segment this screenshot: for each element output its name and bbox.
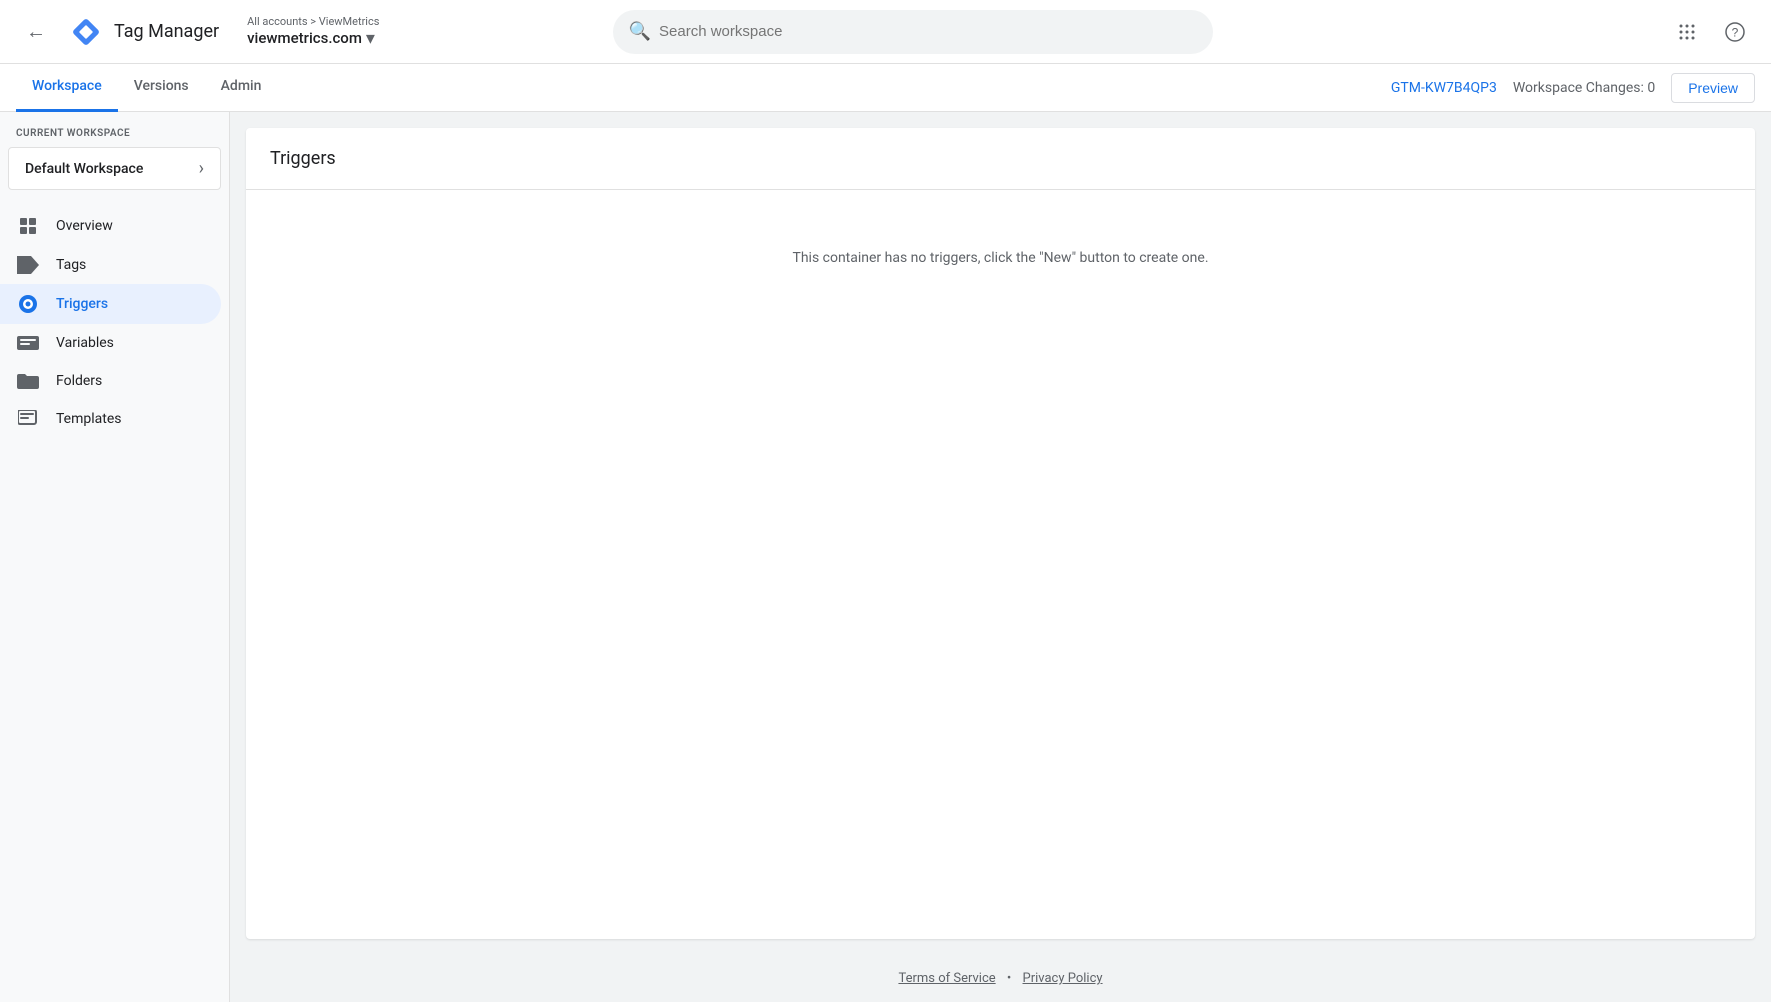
folders-icon: [16, 372, 40, 390]
apps-button[interactable]: [1667, 12, 1707, 52]
current-workspace-label: CURRENT WORKSPACE: [0, 128, 229, 139]
sidebar-item-triggers[interactable]: Triggers: [0, 284, 221, 324]
sub-nav: Workspace Versions Admin GTM-KW7B4QP3 Wo…: [0, 64, 1771, 112]
workspace-chevron-icon: ›: [199, 158, 204, 179]
header-right: ?: [1667, 12, 1755, 52]
tags-icon: [16, 256, 40, 274]
sidebar-item-tags[interactable]: Tags: [0, 246, 221, 284]
app-title: Tag Manager: [114, 21, 219, 42]
help-icon: ?: [1725, 22, 1745, 42]
sidebar-tags-label: Tags: [56, 257, 86, 273]
sidebar-variables-label: Variables: [56, 335, 114, 351]
back-button[interactable]: ←: [16, 12, 56, 52]
logo-area: Tag Manager: [68, 14, 219, 50]
sidebar-item-folders[interactable]: Folders: [0, 362, 221, 400]
sub-nav-left: Workspace Versions Admin: [16, 64, 1391, 112]
account-path: All accounts > ViewMetrics: [247, 15, 379, 28]
content-panel: Triggers This container has no triggers,…: [246, 128, 1755, 939]
search-icon: 🔍: [629, 21, 651, 42]
account-name-row: viewmetrics.com ▾: [247, 28, 379, 49]
tab-admin[interactable]: Admin: [205, 64, 278, 112]
footer: Terms of Service • Privacy Policy: [230, 955, 1771, 1002]
main-layout: CURRENT WORKSPACE Default Workspace › Ov…: [0, 112, 1771, 1002]
variables-icon: [16, 334, 40, 352]
svg-text:?: ?: [1732, 25, 1739, 39]
panel-title: Triggers: [270, 148, 336, 169]
apps-icon: [1677, 22, 1697, 42]
panel-body: This container has no triggers, click th…: [246, 190, 1755, 326]
sidebar-templates-label: Templates: [56, 411, 122, 427]
sub-nav-right: GTM-KW7B4QP3 Workspace Changes: 0 Previe…: [1391, 73, 1755, 103]
sidebar-nav: Overview Tags: [0, 206, 229, 1002]
workspace-name: Default Workspace: [25, 161, 143, 177]
panel-header: Triggers: [246, 128, 1755, 190]
empty-message: This container has no triggers, click th…: [792, 250, 1208, 266]
search-bar: 🔍: [613, 10, 1213, 54]
templates-icon: [16, 410, 40, 428]
overview-icon: [16, 216, 40, 236]
sidebar-item-variables[interactable]: Variables: [0, 324, 221, 362]
help-button[interactable]: ?: [1715, 12, 1755, 52]
tab-workspace[interactable]: Workspace: [16, 64, 118, 112]
tab-versions[interactable]: Versions: [118, 64, 205, 112]
sidebar-overview-label: Overview: [56, 218, 113, 234]
terms-of-service-link[interactable]: Terms of Service: [898, 971, 995, 986]
gtm-logo: [68, 14, 104, 50]
sidebar-triggers-label: Triggers: [56, 296, 108, 312]
triggers-icon: [16, 294, 40, 314]
sidebar: CURRENT WORKSPACE Default Workspace › Ov…: [0, 112, 230, 1002]
workspace-selector[interactable]: Default Workspace ›: [8, 147, 221, 190]
workspace-changes: Workspace Changes: 0: [1513, 80, 1655, 96]
gtm-id-link[interactable]: GTM-KW7B4QP3: [1391, 80, 1497, 96]
search-input[interactable]: [659, 23, 1197, 40]
preview-button[interactable]: Preview: [1671, 73, 1755, 103]
account-name: viewmetrics.com: [247, 29, 362, 47]
chevron-down-icon: ▾: [366, 28, 375, 49]
account-selector[interactable]: All accounts > ViewMetrics viewmetrics.c…: [247, 15, 379, 49]
privacy-policy-link[interactable]: Privacy Policy: [1023, 971, 1103, 986]
sidebar-folders-label: Folders: [56, 373, 102, 389]
sidebar-item-templates[interactable]: Templates: [0, 400, 221, 438]
footer-separator: •: [1007, 971, 1011, 986]
sidebar-item-overview[interactable]: Overview: [0, 206, 221, 246]
top-header: ← Tag Manager All accounts > ViewMetrics…: [0, 0, 1771, 64]
content-area: Triggers This container has no triggers,…: [230, 112, 1771, 1002]
